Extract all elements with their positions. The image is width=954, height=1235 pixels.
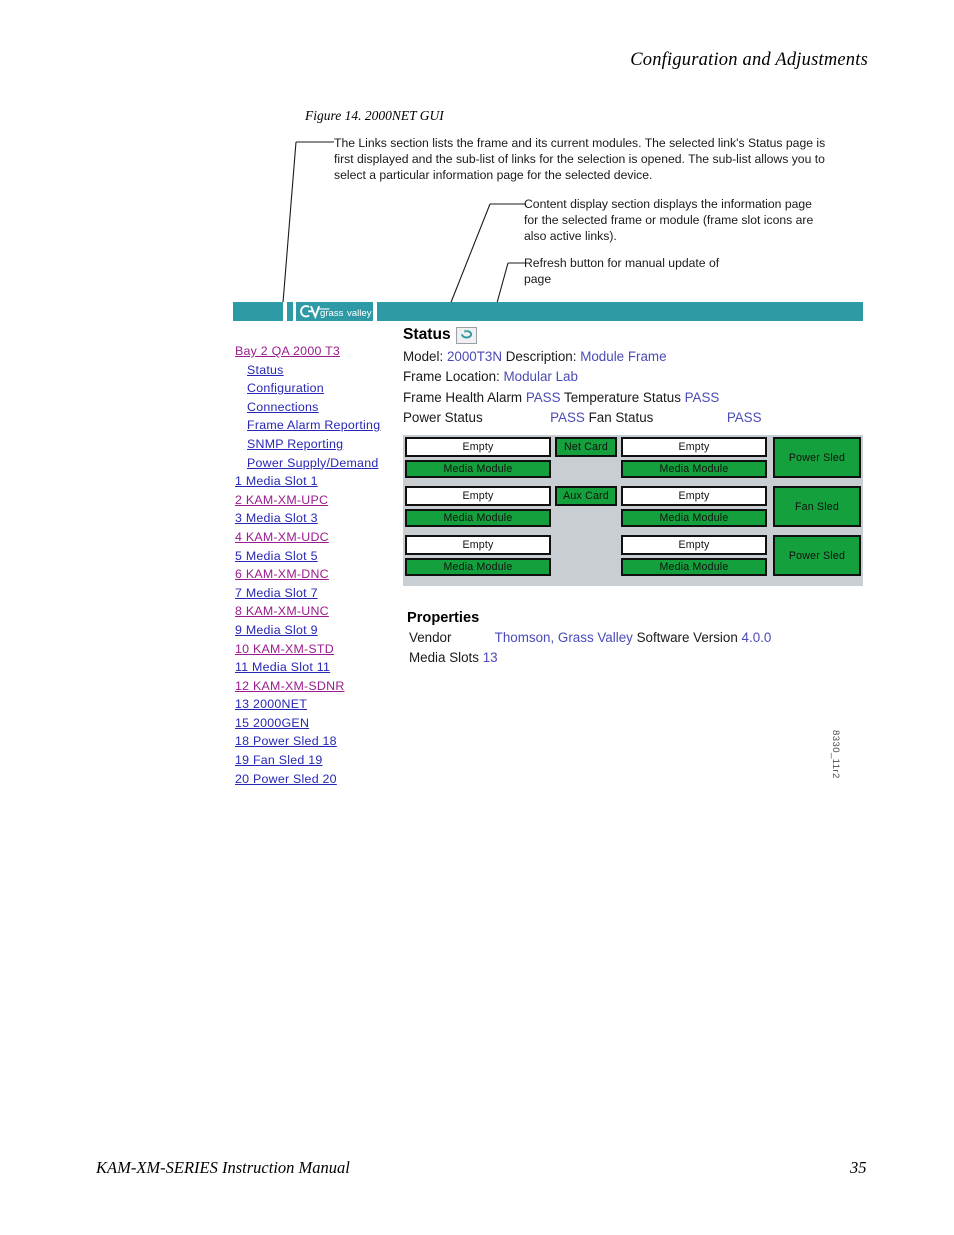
frame-health-value: PASS: [525, 389, 561, 405]
figure-caption: Figure 14. 2000NET GUI: [305, 108, 444, 123]
status-model-line: Model: 2000T3N Description: Module Frame: [403, 347, 863, 367]
power-status-label: Power Status: [403, 410, 483, 426]
callout-content-section: Content display section displays the inf…: [524, 197, 814, 244]
slot-power-sled-bottom[interactable]: Power Sled: [773, 535, 861, 576]
status-heading: Status: [403, 326, 863, 344]
header-block-right: [377, 302, 863, 321]
slot-r1-left-top[interactable]: Empty: [405, 437, 551, 457]
slot-r2-right-top[interactable]: Empty: [621, 486, 767, 506]
link-slot-10[interactable]: 10 KAM-XM-STD: [235, 640, 385, 659]
temperature-label: Temperature Status: [564, 389, 681, 405]
link-slot-15[interactable]: 15 2000GEN: [235, 714, 385, 733]
link-slot-19[interactable]: 19 Fan Sled 19: [235, 751, 385, 770]
vendor-value: Thomson, Grass Valley: [494, 630, 633, 645]
status-location-line: Frame Location: Modular Lab: [403, 367, 863, 387]
link-power-supply-demand[interactable]: Power Supply/Demand: [235, 454, 385, 473]
slot-r1-left-bottom[interactable]: Media Module: [405, 460, 551, 478]
properties-heading: Properties: [407, 610, 480, 626]
software-version-label: Software Version: [636, 630, 738, 645]
software-version-value: 4.0.0: [741, 630, 772, 645]
slot-r3-left-bottom[interactable]: Media Module: [405, 558, 551, 576]
slot-r1-right-bottom[interactable]: Media Module: [621, 460, 767, 478]
link-slot-12[interactable]: 12 KAM-XM-SDNR: [235, 677, 385, 696]
status-heading-label: Status: [403, 326, 451, 343]
fan-status-value: PASS: [726, 410, 762, 426]
slot-power-sled-top[interactable]: Power Sled: [773, 437, 861, 478]
link-slot-5[interactable]: 5 Media Slot 5: [235, 547, 385, 566]
grass-valley-logo: grass valley: [298, 304, 374, 319]
slot-r2-right-bottom[interactable]: Media Module: [621, 509, 767, 527]
link-slot-9[interactable]: 9 Media Slot 9: [235, 621, 385, 640]
link-slot-20[interactable]: 20 Power Sled 20: [235, 770, 385, 789]
link-slot-6[interactable]: 6 KAM-XM-DNC: [235, 565, 385, 584]
slot-r3-right-bottom[interactable]: Media Module: [621, 558, 767, 576]
description-label: Description:: [505, 349, 577, 364]
description-value: Module Frame: [580, 349, 667, 364]
link-status[interactable]: Status: [235, 361, 385, 380]
footer-page-number: 35: [850, 1158, 867, 1177]
gui-window: grass valley Bay 2 QA 2000 T3 Status Con…: [233, 302, 863, 786]
link-frame-alarm-reporting[interactable]: Frame Alarm Reporting: [235, 416, 385, 435]
svg-text:grass: grass: [320, 308, 344, 319]
slot-r3-right-top[interactable]: Empty: [621, 535, 767, 555]
slot-r3-left-top[interactable]: Empty: [405, 535, 551, 555]
slot-r2-center[interactable]: Aux Card: [555, 486, 617, 506]
header-block-left: [233, 302, 283, 321]
link-slot-11[interactable]: 11 Media Slot 11: [235, 658, 385, 677]
callout-refresh-button: Refresh button for manual update of page: [524, 256, 720, 287]
temperature-value: PASS: [684, 389, 720, 405]
link-slot-8[interactable]: 8 KAM-XM-UNC: [235, 602, 385, 621]
link-bay-2-qa-2000-t3[interactable]: Bay 2 QA 2000 T3: [235, 342, 385, 361]
status-power-line: Power Status PASS Fan Status PASS: [403, 408, 863, 428]
slot-r2-left-top[interactable]: Empty: [405, 486, 551, 506]
slot-r2-left-bottom[interactable]: Media Module: [405, 509, 551, 527]
slot-r1-right-top[interactable]: Empty: [621, 437, 767, 457]
content-display-section: Status Model: 2000T3N Description: Modul…: [399, 326, 863, 429]
frame-health-label: Frame Health Alarm: [403, 389, 523, 405]
links-section: Bay 2 QA 2000 T3 Status Configuration Co…: [235, 342, 385, 788]
link-configuration[interactable]: Configuration: [235, 379, 385, 398]
frame-location-label: Frame Location:: [403, 369, 500, 385]
fan-status-label: Fan Status: [588, 410, 654, 426]
running-head: Configuration and Adjustments: [630, 50, 868, 70]
callout-links-section: The Links section lists the frame and it…: [334, 136, 826, 183]
frame-slot-grid: Empty Net Card Empty Media Module Media …: [403, 435, 863, 586]
frame-location-value: Modular Lab: [503, 369, 578, 385]
status-health-line: Frame Health Alarm PASS Temperature Stat…: [403, 388, 863, 408]
refresh-icon[interactable]: [455, 326, 477, 344]
figure-id: 8330_11r2: [830, 730, 841, 779]
svg-text:valley: valley: [347, 308, 372, 319]
footer-manual-title: KAM-XM-SERIES Instruction Manual: [96, 1158, 350, 1177]
properties-vendor-line: Vendor Thomson, Grass Valley Software Ve…: [409, 628, 843, 648]
slot-fan-sled[interactable]: Fan Sled: [773, 486, 861, 527]
link-snmp-reporting[interactable]: SNMP Reporting: [235, 435, 385, 454]
properties-section: Properties Vendor Thomson, Grass Valley …: [403, 610, 843, 668]
slot-r1-center[interactable]: Net Card: [555, 437, 617, 457]
vendor-label: Vendor: [409, 630, 452, 645]
link-slot-3[interactable]: 3 Media Slot 3: [235, 509, 385, 528]
link-slot-2[interactable]: 2 KAM-XM-UPC: [235, 491, 385, 510]
properties-media-slots-line: Media Slots 13: [409, 648, 843, 668]
link-slot-13[interactable]: 13 2000NET: [235, 695, 385, 714]
link-connections[interactable]: Connections: [235, 398, 385, 417]
link-slot-18[interactable]: 18 Power Sled 18: [235, 732, 385, 751]
link-slot-4[interactable]: 4 KAM-XM-UDC: [235, 528, 385, 547]
link-slot-1[interactable]: 1 Media Slot 1: [235, 472, 385, 491]
power-status-value: PASS: [550, 410, 585, 426]
model-value: 2000T3N: [446, 349, 503, 364]
link-slot-7[interactable]: 7 Media Slot 7: [235, 584, 385, 603]
media-slots-label: Media Slots: [409, 650, 479, 665]
model-label: Model:: [403, 349, 444, 364]
media-slots-value: 13: [482, 650, 498, 665]
